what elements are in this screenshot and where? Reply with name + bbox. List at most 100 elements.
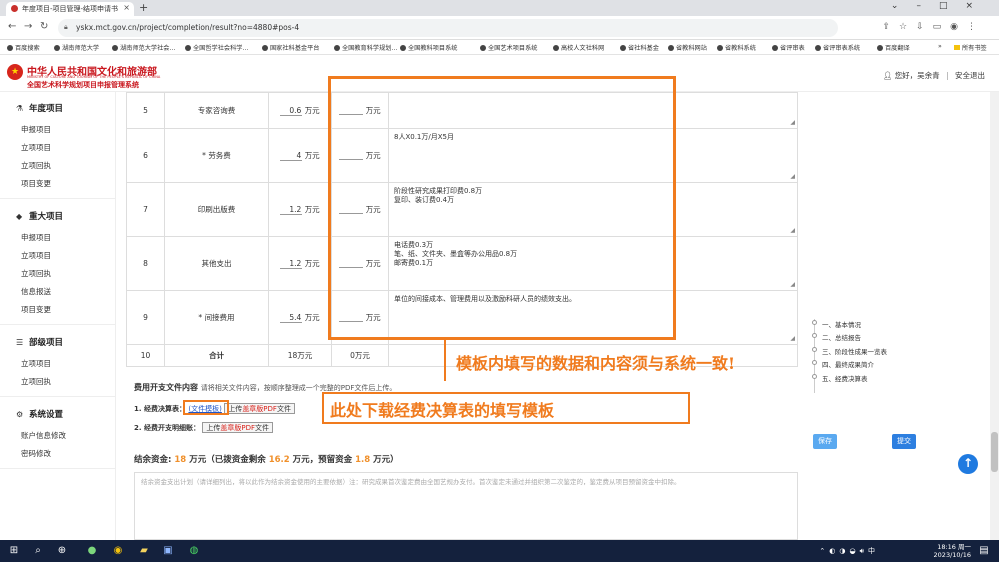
bookmark-icon — [553, 45, 559, 51]
bookmark-item[interactable]: 湖南师范大学 — [54, 43, 99, 52]
bookmark-item[interactable]: 省评审表系统 — [815, 43, 860, 52]
back-to-top-icon[interactable]: ↑ — [958, 454, 978, 474]
resize-grip-icon[interactable]: ◢ — [790, 172, 795, 181]
windows-start-icon[interactable]: ⊞ — [8, 545, 20, 557]
url-bar[interactable]: 🔒︎ yskx.mct.gov.cn/project/completion/re… — [58, 19, 838, 37]
app-blue-icon[interactable]: ▣ — [162, 545, 174, 557]
sidebar-item[interactable]: 立项回执 — [21, 268, 51, 279]
sidebar-item[interactable]: 立项项目 — [21, 250, 51, 261]
window-controls[interactable]: ⌄–□× — [891, 1, 991, 11]
notification-icon[interactable]: ▤ — [978, 545, 990, 557]
logout-link[interactable]: 安全退出 — [955, 71, 985, 80]
upload-budget-button[interactable]: 上传盖章版PDF文件 — [224, 403, 295, 414]
zoom-icon[interactable]: ⊕ — [56, 545, 68, 557]
bookmark-item[interactable]: 高校人文社科网 — [553, 43, 604, 52]
taskbar-clock: 18:16 周一 2023/10/16 — [933, 543, 971, 559]
app-green-icon[interactable]: ● — [86, 545, 98, 557]
bookmark-icon — [772, 45, 778, 51]
sidebar-item[interactable]: 立项回执 — [21, 376, 51, 387]
sidebar-item[interactable]: 账户信息修改 — [21, 430, 66, 441]
sidebar-item[interactable]: 项目变更 — [21, 178, 51, 189]
total-number: 10 — [126, 344, 165, 367]
sidebar-item[interactable]: 申报项目 — [21, 124, 51, 135]
bookmark-item[interactable]: 百度翻译 — [877, 43, 910, 52]
browser-actions-icon[interactable]: ⇪☆⇩▭◉⋮ — [882, 22, 985, 32]
upload-ledger-button[interactable]: 上传盖章版PDF文件 — [202, 422, 274, 433]
progress-step[interactable]: 四、最终成果简介 — [822, 359, 874, 369]
sidebar-divider — [0, 198, 116, 199]
sidebar-item[interactable]: 密码修改 — [21, 448, 51, 459]
bookmark-item[interactable]: 全国艺术项目系统 — [480, 43, 538, 52]
submit-button[interactable]: 提交 — [892, 434, 916, 449]
resize-grip-icon[interactable]: ◢ — [790, 118, 795, 127]
balance-plan-textarea[interactable]: 结余资金支出计划（请详细列出，将以此作为结余资金使用的主要依据）注：研究成果首次… — [134, 472, 798, 540]
new-tab-icon[interactable]: + — [139, 1, 148, 14]
annotation-main-text: 模板内填写的数据和内容须与系统一致! — [456, 354, 736, 373]
sidebar-section-title[interactable]: ⚙ 系统设置 — [16, 408, 63, 420]
bookmark-item[interactable]: 全国哲学社会科学... — [185, 43, 248, 52]
sidebar-section-title[interactable]: ◆ 重大项目 — [16, 210, 63, 222]
chrome-icon[interactable]: ◉ — [112, 545, 124, 557]
balance-total: 18 — [174, 455, 187, 465]
bookmark-item[interactable]: 省教科网站 — [668, 43, 707, 52]
row-number: 7 — [126, 182, 165, 237]
site-favicon-icon — [11, 5, 18, 12]
bookmark-icon — [717, 45, 723, 51]
bookmark-item[interactable]: 省社科基金 — [620, 43, 659, 52]
save-button[interactable]: 保存 — [813, 434, 837, 449]
progress-step[interactable]: 三、阶段性成果一览表 — [822, 346, 887, 356]
progress-step[interactable]: 二、总结报告 — [822, 332, 861, 342]
sidebar-item[interactable]: 项目变更 — [21, 304, 51, 315]
ledger-file-label: 2. 经费开支明细账： — [134, 424, 200, 432]
sidebar: ⚗ 年度项目 申报项目 立项项目 立项回执 项目变更 ◆ 重大项目 申报项目 立项项目 立项回执… — [0, 92, 116, 540]
sidebar-section-title[interactable]: ☰ 部级项目 — [16, 336, 63, 348]
sidebar-item[interactable]: 立项项目 — [21, 358, 51, 369]
sidebar-item[interactable]: 立项回执 — [21, 160, 51, 171]
bookmark-item[interactable]: 百度搜索 — [7, 43, 40, 52]
page-scrollbar[interactable] — [990, 92, 999, 540]
bookmark-item[interactable]: 省教科系统 — [717, 43, 756, 52]
national-emblem-icon: ★ — [7, 64, 23, 80]
bookmark-icon — [334, 45, 340, 51]
forward-icon[interactable]: → — [24, 21, 32, 32]
file-explorer-icon[interactable]: ▰ — [138, 545, 150, 557]
browser-tab-bar: 年度项目-项目管理-结项申请书 × + ⌄–□× — [0, 0, 999, 16]
all-bookmarks[interactable]: 所有书签 — [954, 43, 987, 52]
bookmark-item[interactable]: 湖南师范大学社会... — [112, 43, 175, 52]
sidebar-item[interactable]: 申报项目 — [21, 232, 51, 243]
browser-tab[interactable]: 年度项目-项目管理-结项申请书 × — [6, 2, 134, 16]
lock-icon: 🔒︎ — [64, 23, 68, 31]
org-name-en: MINISTRY OF CULTURE AND TOURISM OF THE P… — [27, 75, 161, 79]
reload-icon[interactable]: ↻ — [40, 21, 48, 32]
resize-grip-icon[interactable]: ◢ — [790, 226, 795, 235]
resize-grip-icon[interactable]: ◢ — [790, 334, 795, 343]
sidebar-section-title[interactable]: ⚗ 年度项目 — [16, 102, 63, 114]
balance-summary: 结余资金: 18 万元（已拨资金剩余 16.2 万元，预留资金 1.8 万元） — [134, 455, 399, 465]
bookmarks-overflow[interactable]: » — [938, 43, 942, 50]
progress-step[interactable]: 一、基本情况 — [822, 319, 861, 329]
system-tray-icon[interactable]: ⌃◐◑◒🔊︎中 — [819, 546, 879, 556]
close-tab-icon[interactable]: × — [123, 3, 130, 12]
sidebar-divider — [0, 396, 116, 397]
gears-icon: ⚙ — [16, 410, 24, 419]
bookmark-item[interactable]: 全国教科项目系统 — [400, 43, 458, 52]
bookmark-icon — [262, 45, 268, 51]
progress-step[interactable]: 五、经费决算表 — [822, 373, 868, 383]
step-dot-icon — [812, 374, 817, 379]
bookmark-item[interactable]: 省评审表 — [772, 43, 805, 52]
row-name: * 劳务费 — [164, 128, 269, 183]
back-icon[interactable]: ← — [8, 21, 16, 32]
sidebar-item[interactable]: 立项项目 — [21, 142, 51, 153]
bookmark-item[interactable]: 全国教育科学规划... — [334, 43, 397, 52]
row-name: * 间接费用 — [164, 290, 269, 345]
row-name: 印刷出版费 — [164, 182, 269, 237]
search-icon[interactable]: ⌕ — [32, 545, 44, 557]
resize-grip-icon[interactable]: ◢ — [790, 280, 795, 289]
bookmark-item[interactable]: 国家社科基金平台 — [262, 43, 320, 52]
bookmark-icon — [668, 45, 674, 51]
flask-icon: ⚗ — [16, 104, 24, 113]
wechat-icon[interactable]: ◍ — [188, 545, 200, 557]
sidebar-item[interactable]: 信息报送 — [21, 286, 51, 297]
os-taskbar: ⊞ ⌕ ⊕ ● ◉ ▰ ▣ ◍ ⌃◐◑◒🔊︎中 18:16 周一 2023/10… — [0, 540, 999, 562]
system-name: 全国艺术科学规划项目申报管理系统 — [27, 81, 139, 89]
